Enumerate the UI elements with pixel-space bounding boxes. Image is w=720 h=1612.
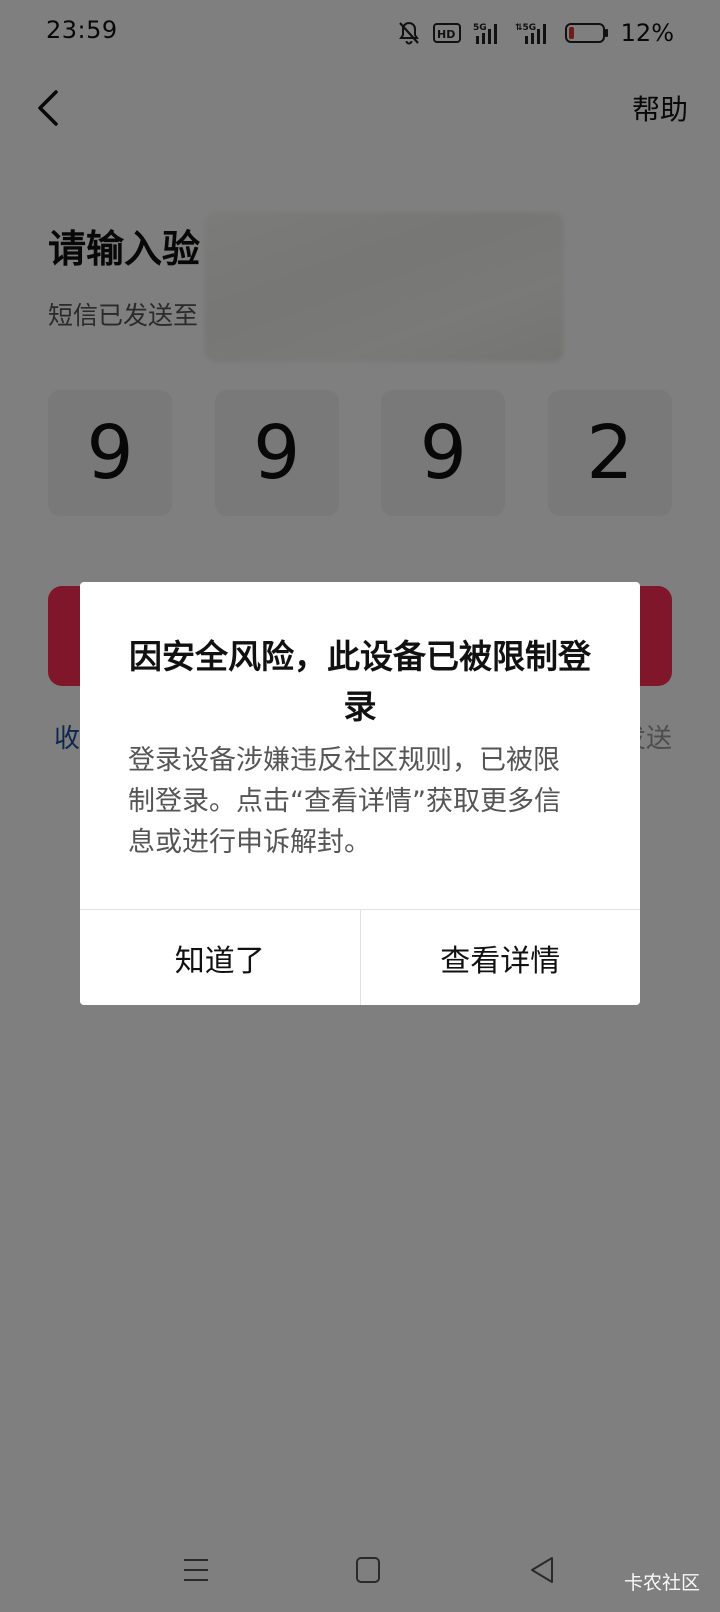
restriction-dialog: 因安全风险，此设备已被限制登录 登录设备涉嫌违反社区规则，已被限制登录。点击“查… (80, 582, 640, 1005)
watermark: 卡农社区 (623, 1572, 700, 1594)
dialog-title: 因安全风险，此设备已被限制登录 (129, 637, 591, 726)
view-details-button[interactable]: 查看详情 (360, 910, 640, 1005)
dialog-message: 登录设备涉嫌违反社区规则，已被限制登录。点击“查看详情”获取更多信息或进行申诉解… (128, 745, 561, 858)
dialog-actions: 知道了 查看详情 (80, 910, 640, 1005)
dismiss-button[interactable]: 知道了 (80, 910, 360, 1005)
